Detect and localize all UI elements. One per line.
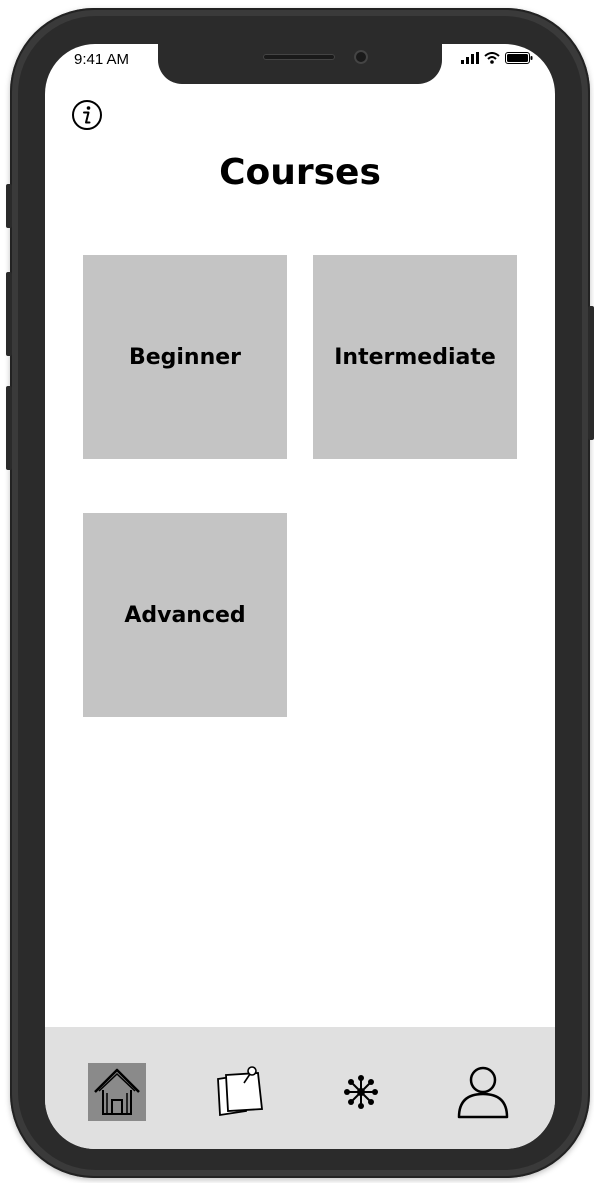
tab-notes[interactable]: [210, 1063, 268, 1121]
page-title: Courses: [219, 152, 381, 193]
info-icon: [72, 100, 102, 130]
tab-home[interactable]: [88, 1063, 146, 1121]
info-button[interactable]: [71, 99, 103, 131]
status-time: 9:41 AM: [74, 51, 130, 68]
profile-icon: [457, 1066, 509, 1119]
course-tile-intermediate[interactable]: Intermediate: [313, 255, 517, 459]
tab-network[interactable]: [332, 1063, 390, 1121]
battery-icon: [505, 52, 533, 64]
front-camera: [354, 50, 368, 64]
signal-icon: [461, 52, 479, 64]
course-tile-label: Advanced: [124, 602, 246, 628]
screen: 9:41 AM Courses Beginner Intermediate Ad…: [45, 44, 555, 1149]
notes-icon: [217, 1066, 263, 1117]
volume-up-button: [6, 272, 12, 356]
speaker-grille: [263, 54, 335, 60]
mute-switch: [6, 184, 12, 228]
course-tile-beginner[interactable]: Beginner: [83, 255, 287, 459]
notch: [158, 44, 442, 84]
course-tile-advanced[interactable]: Advanced: [83, 513, 287, 717]
volume-down-button: [6, 386, 12, 470]
wifi-icon: [484, 52, 500, 64]
network-icon: [344, 1075, 378, 1109]
tab-bar: [45, 1027, 555, 1149]
power-button: [588, 306, 594, 440]
status-icons: [461, 52, 533, 64]
home-icon: [94, 1068, 140, 1115]
course-tile-label: Intermediate: [334, 344, 496, 370]
course-tile-label: Beginner: [128, 344, 242, 370]
tab-profile[interactable]: [454, 1063, 512, 1121]
